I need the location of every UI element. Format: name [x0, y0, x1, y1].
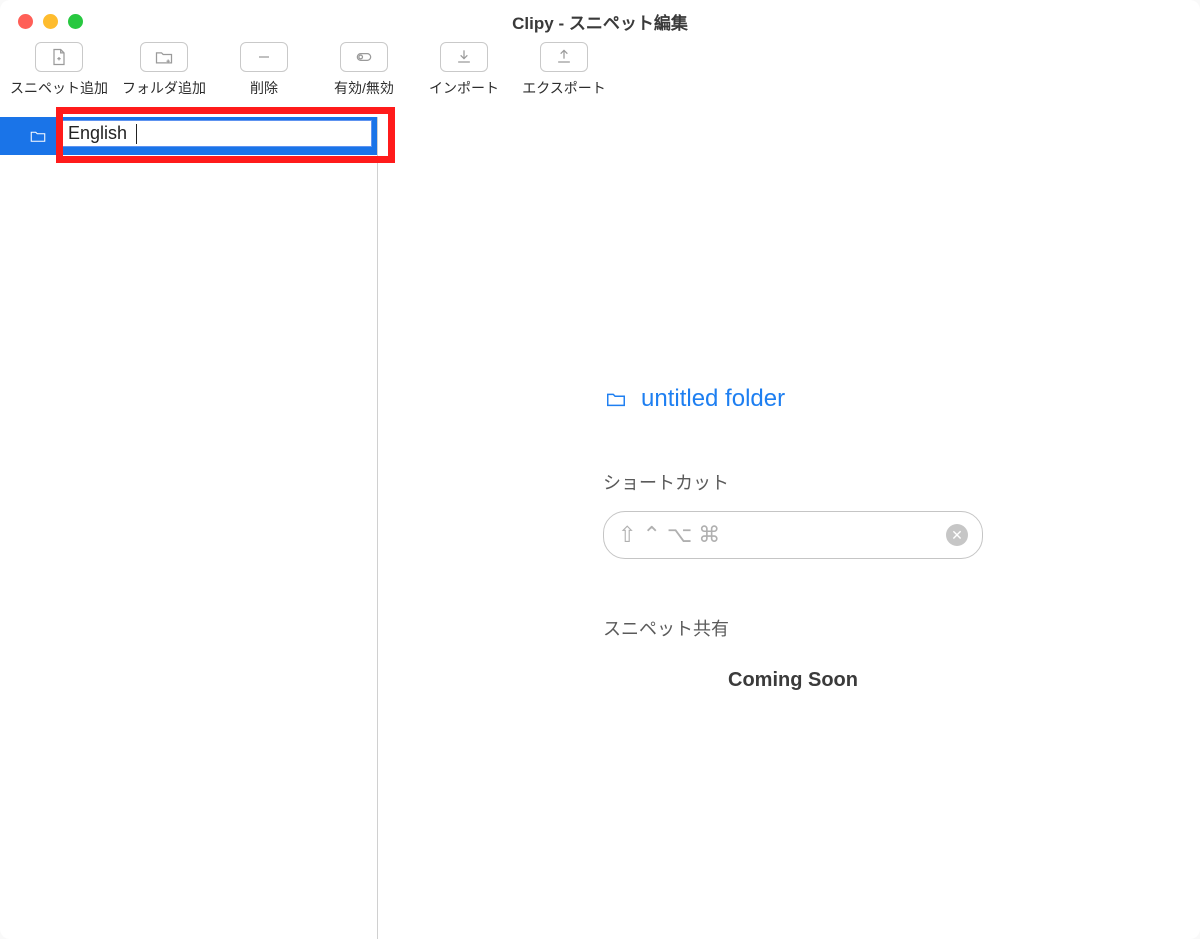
- toolbar-label: エクスポート: [522, 78, 606, 98]
- minimize-button[interactable]: [43, 14, 58, 29]
- shift-icon: ⇧: [618, 522, 636, 548]
- folder-rename-input[interactable]: [68, 123, 138, 144]
- control-icon: ⌃: [642, 522, 660, 548]
- detail-pane: untitled folder ショートカット ⇧ ⌃ ⌥ ⌘ ✕ スニペット共…: [378, 117, 1200, 939]
- clear-shortcut-button[interactable]: ✕: [946, 524, 968, 546]
- app-window: Clipy - スニペット編集 スニペット追加 フォルダ追加: [0, 0, 1200, 939]
- shortcut-glyphs: ⇧ ⌃ ⌥ ⌘: [618, 522, 938, 548]
- folder-plus-icon: [153, 47, 175, 67]
- add-snippet-button[interactable]: スニペット追加: [10, 42, 108, 98]
- import-icon: [453, 47, 475, 67]
- sidebar: [0, 117, 378, 939]
- shortcut-label: ショートカット: [603, 469, 1003, 495]
- folder-row[interactable]: [0, 117, 377, 155]
- folder-icon: [27, 127, 49, 145]
- add-folder-button[interactable]: フォルダ追加: [120, 42, 208, 98]
- zoom-button[interactable]: [68, 14, 83, 29]
- shortcut-field[interactable]: ⇧ ⌃ ⌥ ⌘ ✕: [603, 511, 983, 559]
- export-button[interactable]: エクスポート: [520, 42, 608, 98]
- toggle-icon: [353, 47, 375, 67]
- minus-icon: [253, 47, 275, 67]
- toolbar-label: フォルダ追加: [122, 78, 206, 98]
- folder-header: untitled folder: [603, 385, 1003, 413]
- close-button[interactable]: [18, 14, 33, 29]
- close-icon: ✕: [951, 527, 963, 544]
- command-icon: ⌘: [698, 522, 720, 548]
- toolbar-label: 有効/無効: [334, 78, 394, 98]
- export-icon: [553, 47, 575, 67]
- coming-soon-text: Coming Soon: [603, 669, 983, 692]
- traffic-lights: [18, 14, 83, 29]
- option-icon: ⌥: [667, 522, 692, 548]
- share-label: スニペット共有: [603, 615, 1003, 641]
- file-plus-icon: [48, 47, 70, 67]
- titlebar: Clipy - スニペット編集: [0, 0, 1200, 42]
- body-split: untitled folder ショートカット ⇧ ⌃ ⌥ ⌘ ✕ スニペット共…: [0, 117, 1200, 939]
- import-button[interactable]: インポート: [420, 42, 508, 98]
- toolbar: スニペット追加 フォルダ追加 削除: [0, 42, 1200, 117]
- toolbar-label: 削除: [250, 78, 278, 98]
- text-cursor: [136, 124, 137, 144]
- folder-name: untitled folder: [641, 385, 785, 413]
- folder-icon: [603, 388, 629, 410]
- delete-button[interactable]: 削除: [220, 42, 308, 98]
- folder-rename-field[interactable]: [62, 120, 372, 147]
- window-title: Clipy - スニペット編集: [512, 9, 688, 34]
- toolbar-label: スニペット追加: [10, 78, 108, 98]
- toggle-button[interactable]: 有効/無効: [320, 42, 408, 98]
- toolbar-label: インポート: [429, 78, 499, 98]
